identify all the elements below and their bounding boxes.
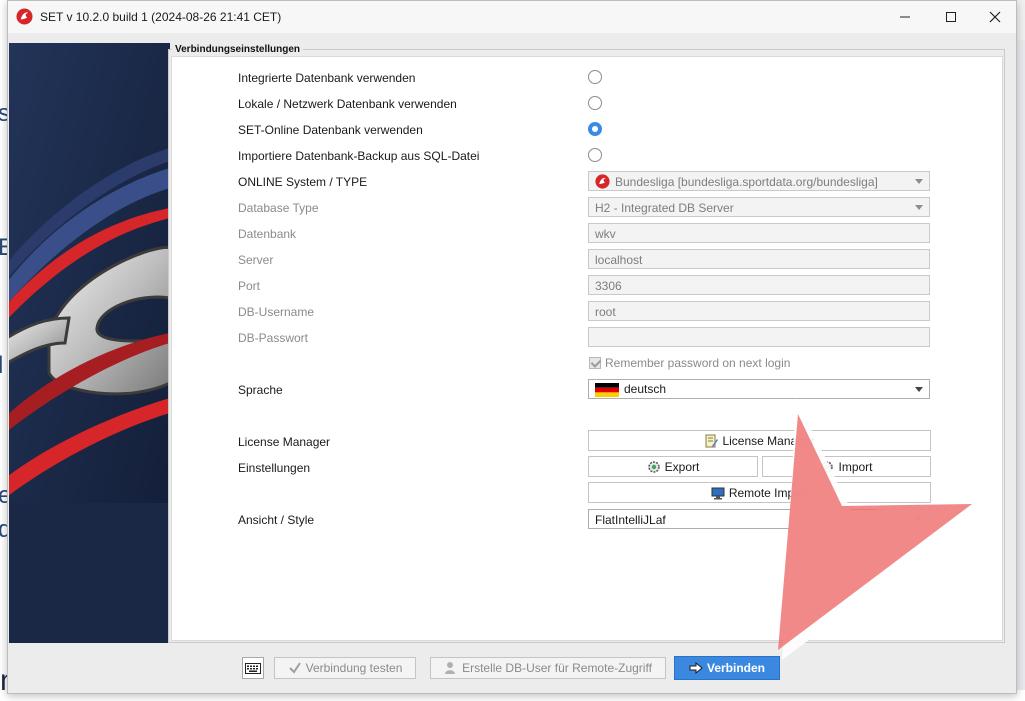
verbindung-testen-label: Verbindung testen: [305, 661, 403, 675]
server-input[interactable]: localhost: [588, 249, 930, 269]
bundesliga-logo-icon: [595, 174, 610, 189]
group-title: Verbindungseinstellungen: [172, 44, 304, 55]
sprache-select[interactable]: deutsch: [588, 379, 930, 399]
chevron-down-icon: [915, 205, 923, 210]
radio-import[interactable]: [588, 148, 602, 162]
user-lock-icon: [445, 662, 456, 674]
close-icon: [989, 11, 1001, 23]
chevron-down-icon: [915, 517, 923, 522]
brand-banner-image: [9, 43, 170, 643]
radio-integrated-label: Integrierte Datenbank verwenden: [238, 71, 416, 85]
radio-online-label: SET-Online Datenbank verwenden: [238, 123, 423, 137]
einstellungen-label: Einstellungen: [238, 461, 311, 475]
radio-local[interactable]: [588, 96, 602, 110]
brand-swoosh-graphic: [9, 43, 170, 643]
remote-import-button-label: Remote Import: [728, 485, 809, 500]
import-button-label: Import: [838, 459, 873, 474]
erstelle-db-user-button[interactable]: Erstelle DB-User für Remote-Zugriff: [430, 657, 666, 679]
license-manager-button[interactable]: License Manager: [588, 430, 931, 451]
datenbank-input[interactable]: wkv: [588, 223, 930, 243]
verbinden-label: Verbinden: [706, 661, 765, 675]
online-system-select[interactable]: Bundesliga [bundesliga.sportdata.org/bun…: [588, 171, 930, 191]
sprache-label: Sprache: [238, 383, 283, 397]
datenbank-label: Datenbank: [238, 227, 297, 241]
remote-import-button[interactable]: Remote Import: [588, 482, 931, 503]
gear-icon: [647, 460, 660, 473]
radio-online[interactable]: [588, 122, 602, 136]
gear-icon: [821, 460, 834, 473]
db-type-label: Database Type: [238, 201, 319, 215]
db-username-input[interactable]: root: [588, 301, 930, 321]
db-username-label: DB-Username: [238, 305, 315, 319]
arrow-right-icon: [689, 662, 703, 674]
port-input[interactable]: 3306: [588, 275, 930, 295]
verbindung-testen-button[interactable]: Verbindung testen: [274, 657, 416, 679]
online-system-value: Bundesliga [bundesliga.sportdata.org/bun…: [615, 175, 878, 189]
radio-local-label: Lokale / Netzwerk Datenbank verwenden: [238, 97, 457, 111]
style-label: Ansicht / Style: [238, 513, 315, 527]
monitor-icon: [711, 487, 725, 499]
erstelle-db-user-label: Erstelle DB-User für Remote-Zugriff: [462, 661, 652, 675]
chevron-down-icon: [915, 179, 923, 184]
verbinden-button[interactable]: Verbinden: [674, 656, 780, 680]
close-button[interactable]: [972, 1, 1018, 33]
db-type-value: H2 - Integrated DB Server: [595, 201, 734, 215]
server-label: Server: [238, 253, 274, 267]
keyboard-button[interactable]: [242, 657, 264, 679]
remember-password-checkbox[interactable]: [589, 357, 601, 369]
keyboard-icon: [245, 662, 261, 674]
minimize-button[interactable]: [882, 1, 928, 33]
german-flag-icon: [595, 382, 619, 397]
style-value: FlatIntelliJLaf: [595, 513, 666, 527]
radio-integrated[interactable]: [588, 70, 602, 84]
port-label: Port: [238, 279, 261, 293]
style-select[interactable]: FlatIntelliJLaf: [588, 509, 930, 529]
window-title: SET v 10.2.0 build 1 (2024-08-26 21:41 C…: [40, 10, 282, 24]
db-password-input[interactable]: [588, 327, 930, 347]
remember-password-row[interactable]: Remember password on next login: [589, 356, 790, 370]
connection-settings-content: [171, 56, 1003, 641]
license-manager-label: License Manager: [238, 435, 331, 449]
db-password-label: DB-Passwort: [238, 331, 309, 345]
radio-import-label: Importiere Datenbank-Backup aus SQL-Date…: [238, 149, 480, 163]
license-note-icon: [705, 434, 719, 447]
license-manager-button-label: License Manager: [722, 433, 815, 448]
minimize-icon: [900, 16, 910, 18]
online-system-label: ONLINE System / TYPE: [238, 175, 368, 189]
checkmark-icon: [288, 662, 301, 674]
import-button[interactable]: Import: [762, 456, 931, 477]
export-button-label: Export: [664, 459, 700, 474]
chevron-down-icon: [915, 387, 923, 392]
remember-password-label: Remember password on next login: [605, 356, 791, 370]
maximize-button[interactable]: [928, 1, 974, 33]
export-button[interactable]: Export: [588, 456, 758, 477]
db-type-select[interactable]: H2 - Integrated DB Server: [588, 197, 930, 217]
app-logo-icon: [16, 8, 33, 25]
sprache-value: deutsch: [624, 382, 667, 396]
maximize-icon: [946, 12, 956, 22]
title-bar: SET v 10.2.0 build 1 (2024-08-26 21:41 C…: [8, 1, 1016, 33]
